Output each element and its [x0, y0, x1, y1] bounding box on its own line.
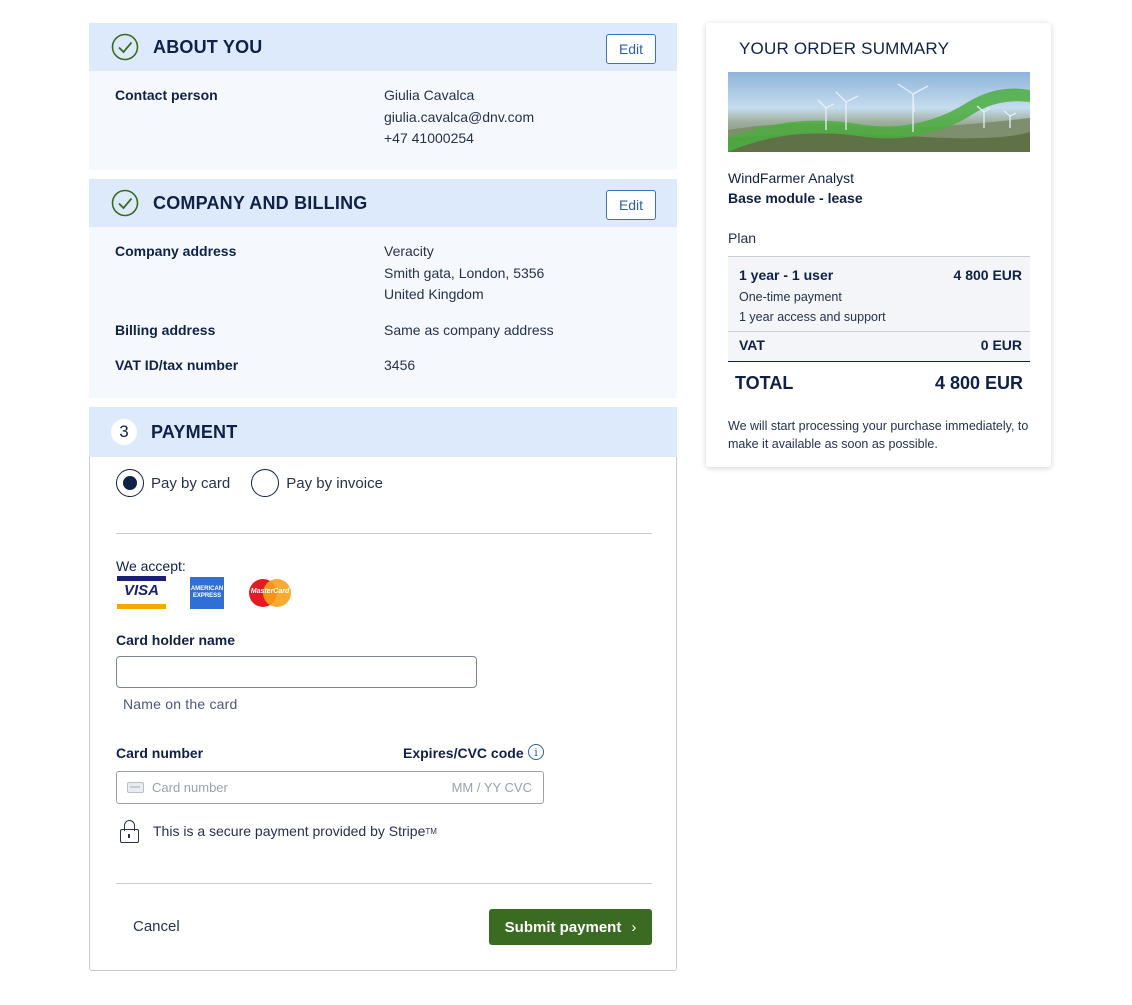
card-number-label: Card number: [116, 745, 204, 761]
credit-card-icon: [127, 782, 144, 793]
pay-by-invoice-label[interactable]: Pay by invoice: [286, 475, 383, 492]
chevron-right-icon: ›: [631, 918, 637, 936]
card-holder-label: Card holder name: [116, 632, 236, 648]
payment-body: Pay by card Pay by invoice We accept: VI…: [89, 457, 677, 971]
about-you-header: ABOUT YOU Edit: [89, 23, 677, 71]
expiry-cvc-placeholder[interactable]: MM / YY CVC: [452, 780, 532, 795]
about-you-edit-button[interactable]: Edit: [606, 34, 656, 64]
mastercard-logo-icon: MasterCard: [247, 578, 293, 608]
address-line-3: United Kingdom: [384, 286, 484, 302]
visa-logo-icon: VISA: [117, 576, 166, 609]
about-you-title: ABOUT YOU: [153, 36, 263, 57]
order-summary-title: YOUR ORDER SUMMARY: [739, 39, 950, 58]
lock-icon: [119, 819, 140, 843]
secure-payment-note: This is a secure payment provided by Str…: [119, 819, 437, 843]
amex-logo-icon: AMERICAN EXPRESS: [190, 576, 224, 609]
contact-name: Giulia Cavalca: [384, 87, 475, 103]
checkout-form: ABOUT YOU Edit Contact person Giulia Cav…: [89, 23, 677, 971]
company-address-value: Veracity Smith gata, London, 5356 United…: [384, 241, 544, 306]
company-billing-body: Company address Veracity Smith gata, Lon…: [89, 227, 677, 398]
contact-phone: +47 41000254: [384, 130, 474, 146]
company-billing-title: COMPANY AND BILLING: [153, 192, 368, 213]
plan-details: 1 year - 1 user 4 800 EUR One-time payme…: [728, 256, 1030, 362]
pay-by-invoice-radio[interactable]: [251, 469, 280, 497]
payment-header: 3 PAYMENT: [89, 407, 677, 457]
pay-by-card-radio[interactable]: [116, 469, 144, 497]
card-number-placeholder[interactable]: Card number: [152, 780, 452, 795]
contact-person-label: Contact person: [115, 87, 218, 103]
company-billing-edit-button[interactable]: Edit: [606, 190, 656, 220]
plan-label: Plan: [728, 230, 757, 246]
product-title: WindFarmer Analyst: [728, 170, 855, 186]
product-hero-image: [728, 72, 1030, 152]
step-number-badge: 3: [111, 419, 137, 445]
card-holder-hint: Name on the card: [123, 696, 238, 712]
payment-method-group: Pay by card Pay by invoice: [116, 469, 404, 497]
pay-by-card-label[interactable]: Pay by card: [151, 475, 230, 492]
payment-section: 3 PAYMENT Pay by card Pay by invoice We …: [89, 407, 677, 971]
vat-id-label: VAT ID/tax number: [115, 357, 239, 373]
accepted-cards: VISA AMERICAN EXPRESS MasterCard: [117, 576, 293, 609]
payment-title: PAYMENT: [151, 421, 238, 442]
expires-cvc-label: Expires/CVC code: [403, 745, 524, 761]
contact-person-value: Giulia Cavalca giulia.cavalca@dnv.com +4…: [384, 85, 534, 150]
divider: [728, 331, 1030, 332]
total-label: TOTAL: [735, 373, 794, 393]
billing-address-label: Billing address: [115, 321, 216, 338]
trademark-mark: TM: [425, 826, 437, 836]
secure-payment-text: This is a secure payment provided by Str…: [153, 823, 426, 839]
card-holder-input[interactable]: [116, 656, 477, 688]
vat-price: 0 EUR: [980, 337, 1022, 353]
billing-address-value: Same as company address: [384, 321, 554, 338]
processing-note: We will start processing your purchase i…: [728, 419, 1029, 451]
plan-price: 4 800 EUR: [953, 267, 1022, 283]
about-you-section: ABOUT YOU Edit Contact person Giulia Cav…: [89, 23, 677, 170]
plan-detail-payment: One-time payment: [739, 290, 842, 304]
divider: [116, 883, 652, 884]
card-number-input[interactable]: Card number MM / YY CVC: [116, 771, 544, 804]
info-icon[interactable]: i: [528, 744, 544, 760]
company-billing-header: COMPANY AND BILLING Edit: [89, 179, 677, 227]
product-module: Base module - lease: [728, 190, 863, 206]
contact-email: giulia.cavalca@dnv.com: [384, 108, 535, 125]
product-name: WindFarmer Analyst Base module - lease: [728, 168, 863, 208]
we-accept-label: We accept:: [116, 558, 186, 574]
plan-detail-access: 1 year access and support: [739, 310, 886, 324]
company-address-label: Company address: [115, 243, 237, 259]
company-billing-section: COMPANY AND BILLING Edit Company address…: [89, 179, 677, 398]
vat-row: VAT 0 EUR: [739, 337, 1022, 353]
about-you-body: Contact person Giulia Cavalca giulia.cav…: [89, 71, 677, 170]
address-line-2: Smith gata, London, 5356: [384, 264, 545, 281]
plan-row: 1 year - 1 user 4 800 EUR: [739, 267, 1022, 283]
plan-name: 1 year - 1 user: [739, 267, 834, 283]
check-circle-icon: [111, 33, 139, 61]
total-price: 4 800 EUR: [934, 373, 1023, 393]
cancel-button[interactable]: Cancel: [133, 918, 180, 935]
submit-payment-label: Submit payment: [504, 918, 622, 936]
vat-label: VAT: [739, 337, 765, 353]
divider: [116, 533, 652, 534]
total-row: TOTAL 4 800 EUR: [735, 373, 1023, 394]
address-line-1: Veracity: [384, 243, 434, 259]
check-circle-icon: [111, 189, 139, 217]
order-summary-card: YOUR ORDER SUMMARY WindFarmer Analyst Ba…: [706, 23, 1051, 467]
submit-payment-button[interactable]: Submit payment ›: [489, 909, 652, 945]
vat-id-value: 3456: [384, 357, 416, 373]
radio-selected-dot: [123, 476, 137, 490]
